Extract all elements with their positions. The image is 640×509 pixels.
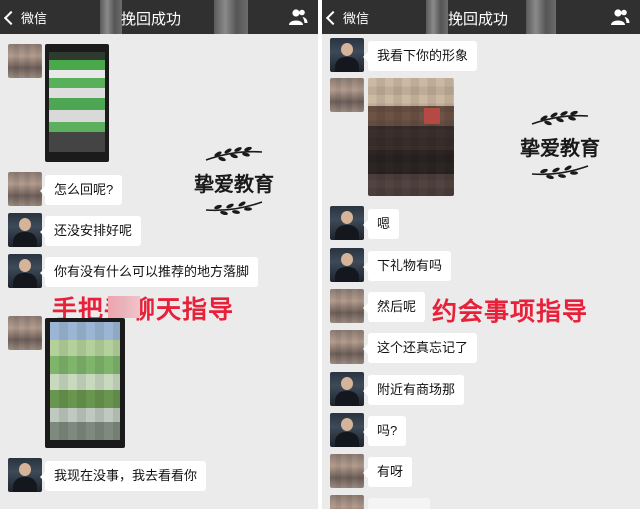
avatar[interactable]	[8, 316, 42, 350]
image-message[interactable]	[368, 78, 454, 196]
avatar[interactable]	[8, 458, 42, 492]
avatar[interactable]	[330, 38, 364, 72]
contacts-icon[interactable]	[288, 8, 308, 26]
back-button[interactable]: 微信	[3, 8, 48, 27]
message-bubble[interactable]: 我看下你的形象	[362, 41, 478, 71]
back-button[interactable]: 微信	[325, 8, 370, 27]
avatar[interactable]	[8, 254, 42, 288]
laurel-branch-icon	[531, 110, 589, 126]
avatar[interactable]	[330, 413, 364, 447]
message-bubble[interactable]: 然后呢	[362, 292, 426, 322]
avatar[interactable]	[330, 454, 364, 488]
message-bubble[interactable]: 你有没有什么可以推荐的地方落脚	[39, 257, 259, 287]
avatar[interactable]	[330, 289, 364, 323]
avatar[interactable]	[330, 495, 364, 509]
message-bubble[interactable]: 附近有商场那	[362, 375, 465, 405]
avatar[interactable]	[8, 44, 42, 78]
censor-blur	[526, 0, 556, 34]
image-message[interactable]	[45, 44, 109, 162]
chat-title: 挽回成功	[121, 11, 182, 28]
message-bubble-cutoff	[368, 498, 430, 509]
chat-screenshot-right: 微信 挽回成功 我看下你的形象 嗯 下礼物有吗 然后呢 约会事项指导 这个还真忘…	[322, 0, 640, 509]
overlay-caption: 约会事项指导	[432, 298, 589, 326]
message-bubble[interactable]: 我现在没事，我去看看你	[39, 461, 207, 491]
censor-blur	[214, 0, 248, 34]
watermark-logo: 挚爱教育	[184, 142, 284, 222]
chat-header: 微信 挽回成功	[0, 0, 318, 34]
watermark-text: 挚爱教育	[194, 172, 274, 196]
chevron-left-icon	[325, 10, 341, 26]
back-label: 微信	[343, 11, 370, 26]
avatar[interactable]	[8, 213, 42, 247]
censor-blur	[108, 296, 140, 318]
message-bubble[interactable]: 还没安排好呢	[39, 216, 142, 246]
chat-screenshot-left: 微信 挽回成功 怎么回呢? 还没安排好呢 你有没有什么可以推荐的地方落脚 手把手…	[0, 0, 318, 509]
back-label: 微信	[21, 11, 48, 26]
message-bubble[interactable]: 有呀	[362, 457, 413, 487]
message-bubble[interactable]: 这个还真忘记了	[362, 333, 478, 363]
contacts-icon[interactable]	[610, 8, 630, 26]
chevron-left-icon	[3, 10, 19, 26]
avatar[interactable]	[330, 248, 364, 282]
watermark-logo: 挚爱教育	[510, 106, 610, 186]
message-bubble[interactable]: 下礼物有吗	[362, 251, 452, 281]
avatar[interactable]	[330, 206, 364, 240]
watermark-text: 挚爱教育	[520, 136, 600, 160]
censor-blur	[426, 0, 448, 34]
avatar[interactable]	[330, 372, 364, 406]
laurel-branch-icon	[531, 165, 589, 180]
chat-title: 挽回成功	[448, 11, 509, 28]
avatar[interactable]	[330, 78, 364, 112]
laurel-branch-icon	[205, 201, 263, 216]
avatar[interactable]	[330, 330, 364, 364]
image-message[interactable]	[45, 318, 125, 448]
chat-header: 微信 挽回成功	[322, 0, 640, 34]
censor-blur	[100, 0, 122, 34]
message-bubble[interactable]: 吗?	[362, 416, 407, 446]
message-bubble[interactable]: 怎么回呢?	[39, 175, 123, 205]
avatar[interactable]	[8, 172, 42, 206]
laurel-branch-icon	[205, 146, 263, 162]
message-bubble[interactable]: 嗯	[362, 209, 400, 239]
